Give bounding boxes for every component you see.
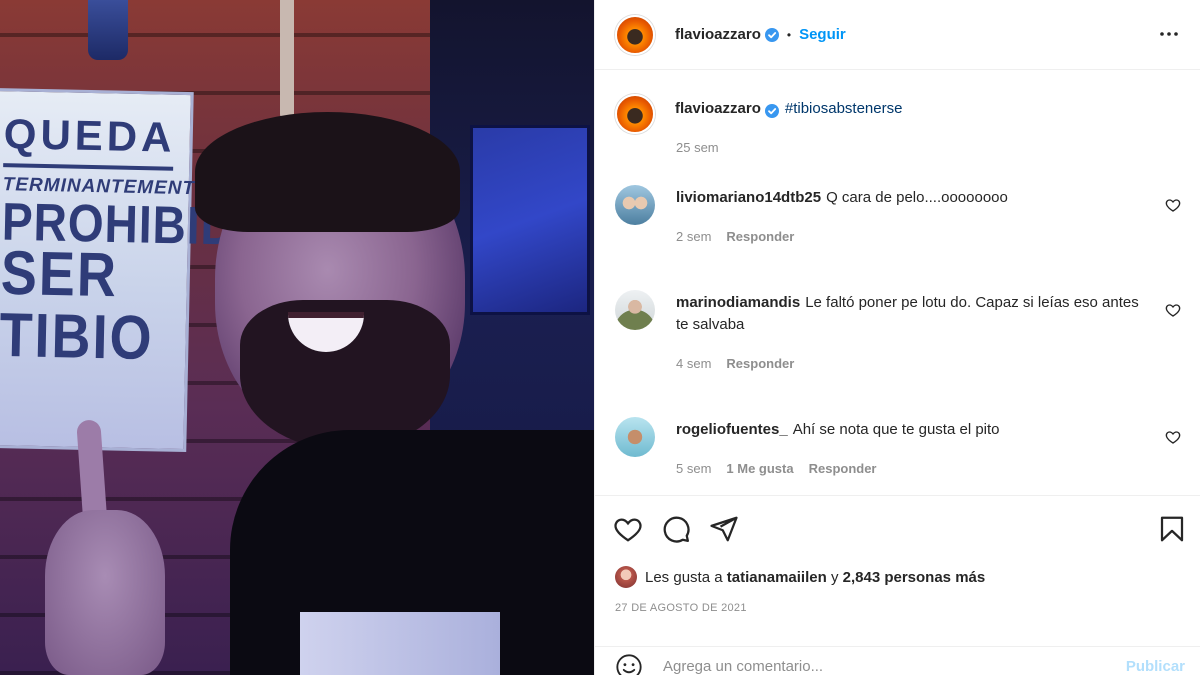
likes-others-count[interactable]: 2,843 personas más [843, 569, 986, 586]
header-separator: • [786, 27, 792, 42]
shirt-print [300, 612, 500, 675]
liker-avatar[interactable] [615, 566, 637, 588]
comment-text: Ahí se nota que te gusta el pito [792, 421, 1000, 438]
liker-username[interactable]: tatianamaiilen [727, 569, 827, 586]
comment-meta: 2 sem Responder [676, 229, 794, 244]
caption-username[interactable]: flavioazzaro [675, 100, 761, 117]
person-hand [45, 510, 165, 675]
like-comment-heart-icon[interactable] [1165, 429, 1181, 445]
post-caption: flavioazzaro #tibiosabstenerse [615, 94, 902, 134]
more-options-button[interactable] [1157, 22, 1181, 46]
caption-avatar[interactable] [615, 94, 655, 134]
sign-divider [3, 163, 174, 171]
verified-badge-icon [764, 104, 779, 118]
comment-text: Q cara de pelo....oooooooo [826, 189, 1008, 206]
post-actions: Les gusta a tatianamaiilen y 2,843 perso… [595, 495, 1200, 675]
sign-line-4: SER TIBIO [0, 238, 155, 373]
comment-time[interactable]: 4 sem [676, 356, 711, 371]
author-username[interactable]: flavioazzaro [675, 26, 761, 43]
publish-button[interactable]: Publicar [1126, 658, 1185, 675]
likes-prefix: Les gusta a [645, 568, 723, 586]
commenter-avatar[interactable] [615, 290, 655, 330]
sign-line-1: QUEDA [3, 110, 176, 161]
comment-text-block: marinodiamandis Le faltó poner pe lotu do… [676, 292, 1146, 336]
post-header: flavioazzaro • Seguir [595, 0, 1200, 70]
verified-badge-icon [764, 27, 779, 42]
more-horizontal-icon [1160, 32, 1178, 36]
prohibition-sign: QUEDA TERMINANTEMENTE PROHIBIDO SER TIBI… [0, 87, 272, 453]
caption-timestamp[interactable]: 25 sem [676, 140, 719, 155]
post-photo[interactable]: QUEDA TERMINANTEMENTE PROHIBIDO SER TIBI… [0, 0, 594, 675]
likes-conjunction: y [830, 568, 839, 586]
comment-text-block: liviomariano14dtb25 Q cara de pelo....ooo… [676, 187, 1146, 209]
author-avatar[interactable] [615, 14, 655, 55]
comment-username[interactable]: liviomariano14dtb25 [676, 189, 821, 206]
like-heart-icon[interactable] [613, 514, 643, 544]
reply-button[interactable]: Responder [726, 356, 794, 371]
follow-button[interactable]: Seguir [799, 26, 846, 43]
commenter-avatar[interactable] [615, 185, 655, 225]
wall-lamp [88, 0, 128, 60]
save-bookmark-icon[interactable] [1157, 514, 1187, 544]
comment-input[interactable] [663, 658, 1126, 675]
like-comment-heart-icon[interactable] [1165, 302, 1181, 318]
comment-time[interactable]: 5 sem [676, 461, 711, 476]
comment-time[interactable]: 2 sem [676, 229, 711, 244]
reply-button[interactable]: Responder [809, 461, 877, 476]
add-comment-bar: Publicar [595, 646, 1200, 675]
comment-bubble-icon[interactable] [661, 514, 691, 544]
comment-meta: 4 sem Responder [676, 356, 794, 371]
comment-username[interactable]: marinodiamandis [676, 294, 800, 311]
likes-summary: Les gusta a tatianamaiilen y 2,843 perso… [615, 566, 985, 588]
reply-button[interactable]: Responder [726, 229, 794, 244]
wall-pipe [280, 0, 294, 120]
comment-meta: 5 sem 1 Me gusta Responder [676, 461, 877, 476]
comment-likes-count[interactable]: 1 Me gusta [726, 461, 793, 476]
person-hair [195, 112, 460, 232]
emoji-icon[interactable] [615, 653, 643, 675]
post-sidebar: flavioazzaro • Seguir flavioazzaro #tibi… [594, 0, 1200, 675]
caption-hashtag[interactable]: #tibiosabstenerse [785, 100, 903, 117]
comment-username[interactable]: rogeliofuentes_ [676, 421, 788, 438]
comment-text-block: rogeliofuentes_ Ahí se nota que te gusta … [676, 419, 1146, 441]
share-paper-plane-icon[interactable] [709, 514, 739, 544]
like-comment-heart-icon[interactable] [1165, 197, 1181, 213]
post-date[interactable]: 27 DE AGOSTO DE 2021 [615, 602, 747, 614]
commenter-avatar[interactable] [615, 417, 655, 457]
blue-neon-box [470, 125, 590, 315]
